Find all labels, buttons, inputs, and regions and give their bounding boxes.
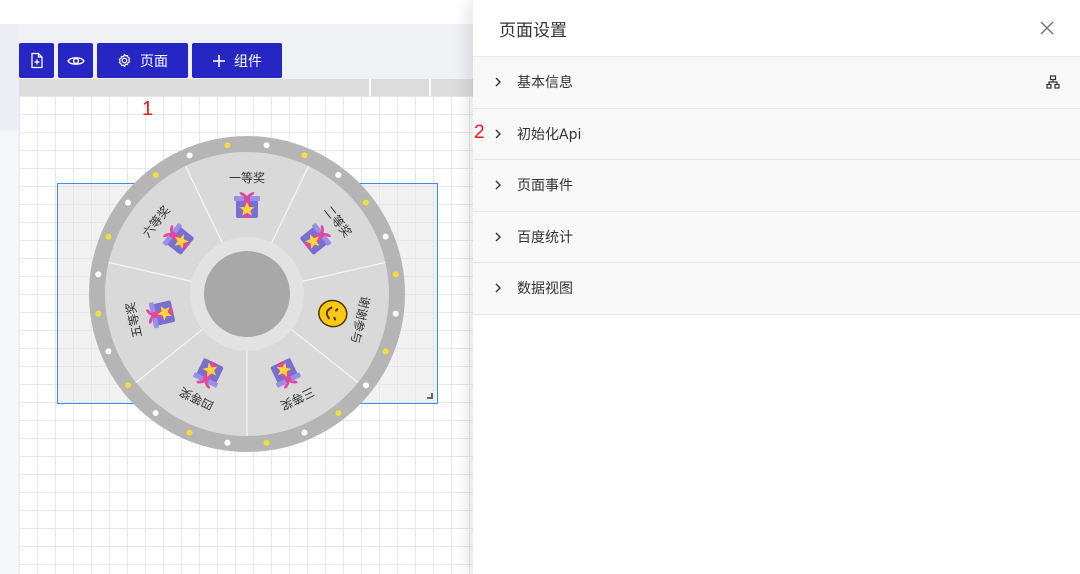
chevron-right-icon (495, 129, 501, 139)
gear-icon (118, 53, 131, 68)
section-label: 基本信息 (517, 75, 573, 92)
wheel-bulb (335, 171, 342, 178)
horizontal-ruler (19, 79, 473, 96)
file-add-icon (30, 52, 43, 69)
top-strip (0, 0, 473, 24)
component-button-label: 组件 (234, 53, 262, 70)
page-button-label: 页面 (140, 53, 168, 70)
lucky-wheel[interactable]: 一等奖二等奖谢谢参与三等奖四等奖五等奖六等奖 (89, 136, 405, 452)
wheel-bulb (224, 439, 231, 446)
wheel-bulb (392, 271, 399, 278)
wheel-bulb (392, 310, 399, 317)
wheel-bulb (382, 348, 389, 355)
wheel-bulb (95, 271, 102, 278)
page-settings-button[interactable]: 页面 (97, 43, 188, 78)
section-basic-info[interactable]: 基本信息 (473, 57, 1080, 109)
page-settings-panel: 页面设置 基本信息 2 初始化Api 页面事件 百度统计 数据视图 (473, 0, 1080, 574)
chevron-right-icon (495, 77, 501, 87)
wheel-bulb (363, 199, 370, 206)
chevron-right-icon (495, 283, 501, 293)
wheel-bulb (224, 142, 231, 149)
preview-button[interactable] (58, 43, 93, 78)
ruler-tick (429, 79, 431, 96)
close-icon[interactable] (1038, 19, 1056, 37)
section-init-api[interactable]: 2 初始化Api (473, 108, 1080, 160)
wheel-bulb (152, 171, 159, 178)
annotation-marker-2: 2 (474, 121, 485, 143)
wheel-bulb (124, 382, 131, 389)
section-label: 页面事件 (517, 178, 573, 195)
resize-handle[interactable] (427, 393, 433, 399)
wheel-bulb (363, 382, 370, 389)
wheel-bulb (124, 199, 131, 206)
section-page-events[interactable]: 页面事件 (473, 160, 1080, 212)
editor-toolbar: 页面 组件 (19, 43, 282, 78)
section-label: 百度统计 (517, 229, 573, 246)
chevron-right-icon (495, 180, 501, 190)
chevron-right-icon (495, 232, 501, 242)
plus-icon (213, 54, 225, 67)
wheel-bulb (382, 233, 389, 240)
wheel-bulb (335, 410, 342, 417)
section-data-view[interactable]: 数据视图 (473, 263, 1080, 315)
new-page-button[interactable] (19, 43, 54, 78)
wheel-hub[interactable] (204, 251, 290, 337)
eye-icon (66, 56, 85, 65)
section-label: 初始化Api (517, 126, 582, 143)
ruler-tick (369, 79, 371, 96)
annotation-marker-1: 1 (142, 98, 154, 120)
add-component-button[interactable]: 组件 (192, 43, 282, 78)
section-baidu-stats[interactable]: 百度统计 (473, 211, 1080, 263)
wheel-bulb (186, 429, 193, 436)
wheel-bulb (152, 410, 159, 417)
sitemap-icon[interactable] (1046, 75, 1060, 89)
wheel-bulb (301, 429, 308, 436)
wheel-bulb (186, 152, 193, 159)
wheel-bulb (263, 439, 270, 446)
wheel-bulb (263, 142, 270, 149)
left-gutter-lower (0, 130, 19, 574)
wheel-bulb (105, 348, 112, 355)
panel-header: 页面设置 (473, 0, 1080, 57)
wheel-bulb (301, 152, 308, 159)
panel-title: 页面设置 (499, 20, 567, 41)
wheel-bulb (95, 310, 102, 317)
wheel-bulb (105, 233, 112, 240)
prize-label: 一等奖 (229, 171, 265, 185)
section-label: 数据视图 (517, 281, 573, 298)
